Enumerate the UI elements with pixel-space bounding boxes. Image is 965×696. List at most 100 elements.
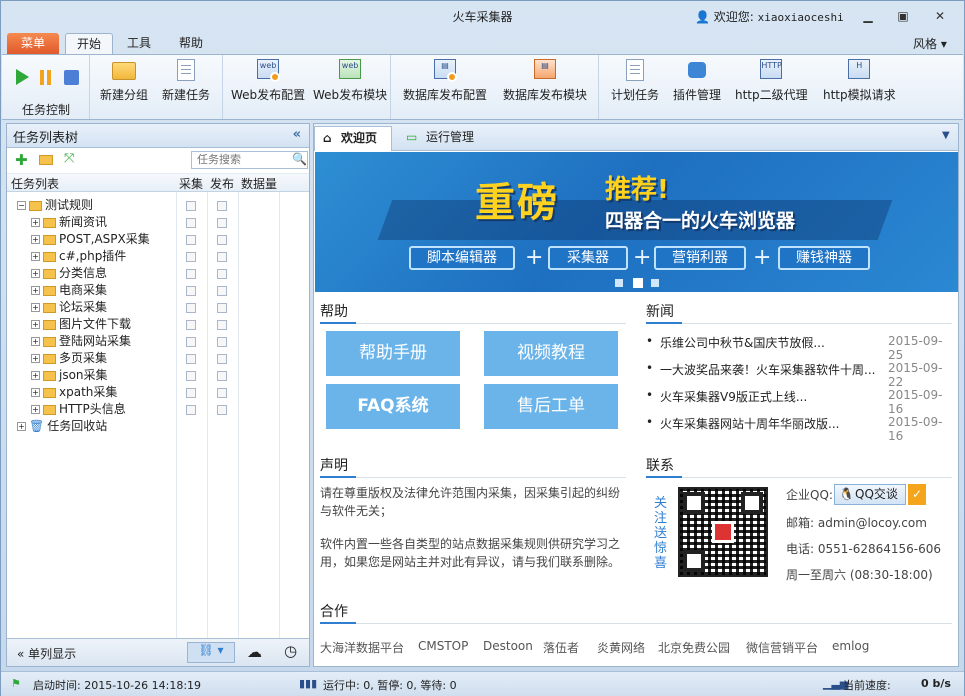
faq-button[interactable]: FAQ系统: [326, 384, 460, 429]
expand-icon[interactable]: +: [31, 286, 40, 295]
tree-item-checkbox[interactable]: [186, 218, 196, 228]
tree-item[interactable]: + xpath采集: [31, 384, 117, 401]
tree-item[interactable]: + 图片文件下载: [31, 316, 131, 333]
promo-banner[interactable]: 重磅 推荐! 四器合一的火车浏览器 脚本编辑器 + 采集器 + 营销利器 + 赚…: [315, 152, 958, 292]
tree-item-checkbox[interactable]: [217, 235, 227, 245]
tree-item-checkbox[interactable]: [217, 371, 227, 381]
expand-icon[interactable]: +: [31, 218, 40, 227]
add-icon[interactable]: ✚: [15, 151, 28, 169]
task-search-input[interactable]: [191, 151, 308, 169]
minimize-button[interactable]: ▁: [857, 7, 879, 25]
tree-item[interactable]: + c#,php插件: [31, 248, 126, 265]
start-icon[interactable]: [16, 55, 30, 95]
tree-item[interactable]: + json采集: [31, 367, 108, 384]
expand-icon[interactable]: +: [31, 337, 40, 346]
qq-chat-button[interactable]: 🐧 QQ交谈: [834, 484, 906, 505]
after-sales-button[interactable]: 售后工单: [484, 384, 618, 429]
tree-root-checkbox[interactable]: [186, 201, 196, 211]
tabs-dropdown-icon[interactable]: ▼: [942, 130, 950, 141]
expand-icon[interactable]: +: [31, 252, 40, 261]
db-publish-config-button[interactable]: ▤ 数据库发布配置: [403, 59, 487, 103]
carousel-dot[interactable]: [651, 279, 659, 287]
expand-icon[interactable]: +: [31, 269, 40, 278]
tree-item-checkbox[interactable]: [186, 354, 196, 364]
news-title-link[interactable]: 火车采集器V9版正式上线...: [660, 388, 807, 405]
hierarchy-dropdown[interactable]: ⛓ ▾: [187, 642, 235, 663]
partner-link[interactable]: 北京免费公园: [658, 639, 730, 656]
schedule-task-button[interactable]: 计划任务: [611, 59, 659, 103]
carousel-dot[interactable]: [615, 279, 623, 287]
tree-item-checkbox[interactable]: [217, 218, 227, 228]
news-title-link[interactable]: 乐维公司中秋节&国庆节放假...: [660, 334, 825, 351]
carousel-dot-active[interactable]: [633, 278, 643, 288]
style-dropdown[interactable]: 风格 ▾: [913, 35, 947, 52]
expand-icon[interactable]: +: [31, 303, 40, 312]
tree-item[interactable]: + 多页采集: [31, 350, 107, 367]
news-item[interactable]: 火车采集器网站十周年华丽改版... 2015-09-16: [646, 415, 946, 443]
news-title-link[interactable]: 一大波奖品来袭！火车采集器软件十周...: [660, 361, 875, 378]
expand-icon[interactable]: +: [31, 388, 40, 397]
tree-item-checkbox[interactable]: [217, 405, 227, 415]
col-task-list[interactable]: 任务列表: [11, 175, 59, 192]
web-publish-module-button[interactable]: web Web发布模块: [313, 59, 387, 103]
collapse-icon[interactable]: −: [17, 201, 26, 210]
news-item[interactable]: 火车采集器V9版正式上线... 2015-09-16: [646, 388, 946, 416]
partner-link[interactable]: 炎黄网络: [597, 639, 645, 656]
plugin-manager-button[interactable]: 插件管理: [673, 59, 721, 103]
news-title-link[interactable]: 火车采集器网站十周年华丽改版...: [660, 415, 839, 432]
tree-item[interactable]: + 分类信息: [31, 265, 107, 282]
tree-item-checkbox[interactable]: [186, 303, 196, 313]
tree-item-checkbox[interactable]: [217, 269, 227, 279]
tree-item[interactable]: + 登陆网站采集: [31, 333, 131, 350]
col-collect[interactable]: 采集: [179, 175, 203, 192]
expand-icon[interactable]: +: [31, 235, 40, 244]
menu-tab[interactable]: 菜单: [7, 33, 59, 55]
tree-recycle-bin[interactable]: + 🗑 任务回收站: [17, 418, 107, 435]
tree-item-checkbox[interactable]: [186, 320, 196, 330]
tree-item[interactable]: + 电商采集: [31, 282, 107, 299]
video-tutorial-button[interactable]: 视频教程: [484, 331, 618, 376]
tab-welcome[interactable]: ⌂ 欢迎页: [314, 126, 392, 151]
news-item[interactable]: 一大波奖品来袭！火车采集器软件十周... 2015-09-22: [646, 361, 946, 389]
new-task-button[interactable]: 新建任务: [162, 59, 210, 103]
tree-root-checkbox[interactable]: [217, 201, 227, 211]
tree-item-checkbox[interactable]: [217, 286, 227, 296]
collapse-panel-icon[interactable]: «: [293, 127, 301, 142]
expand-icon[interactable]: +: [31, 405, 40, 414]
tree-item-checkbox[interactable]: [186, 405, 196, 415]
expand-icon[interactable]: +: [31, 354, 40, 363]
expand-icon[interactable]: +: [17, 422, 26, 431]
clock-icon[interactable]: ◷: [284, 642, 297, 660]
user-info[interactable]: 👤 欢迎您: xiaoxiaoceshi: [695, 8, 844, 25]
folder-icon[interactable]: [39, 155, 53, 165]
col-count[interactable]: 数据量: [241, 175, 277, 192]
col-publish[interactable]: 发布: [210, 175, 234, 192]
search-icon[interactable]: 🔍: [292, 152, 307, 166]
tree-item-checkbox[interactable]: [186, 371, 196, 381]
qq-check-icon[interactable]: ✓: [908, 484, 926, 505]
tree-item[interactable]: + HTTP头信息: [31, 401, 126, 418]
tree-item-checkbox[interactable]: [186, 337, 196, 347]
news-item[interactable]: 乐维公司中秋节&国庆节放假... 2015-09-25: [646, 334, 946, 362]
pause-icon[interactable]: [40, 70, 44, 85]
restore-button[interactable]: ▣: [892, 7, 914, 25]
tree-item-checkbox[interactable]: [217, 354, 227, 364]
http-proxy-button[interactable]: HTTP http二级代理: [735, 59, 808, 103]
tree-item-checkbox[interactable]: [217, 320, 227, 330]
single-column-toggle[interactable]: « 单列显示: [17, 645, 76, 662]
close-button[interactable]: ✕: [929, 7, 951, 25]
tab-help[interactable]: 帮助: [169, 33, 213, 55]
expand-icon[interactable]: +: [31, 371, 40, 380]
tree-item-checkbox[interactable]: [217, 252, 227, 262]
tree-item-checkbox[interactable]: [186, 286, 196, 296]
stop-icon[interactable]: [64, 70, 79, 85]
tree-item[interactable]: + 论坛采集: [31, 299, 107, 316]
web-publish-config-button[interactable]: web Web发布配置: [231, 59, 305, 103]
tree-item-checkbox[interactable]: [217, 337, 227, 347]
new-group-button[interactable]: 新建分组: [100, 59, 148, 103]
tree-item-checkbox[interactable]: [186, 269, 196, 279]
partner-link[interactable]: CMSTOP: [418, 639, 468, 653]
tree-item-checkbox[interactable]: [186, 252, 196, 262]
tab-tools[interactable]: 工具: [119, 33, 159, 55]
tab-start[interactable]: 开始: [65, 33, 113, 55]
